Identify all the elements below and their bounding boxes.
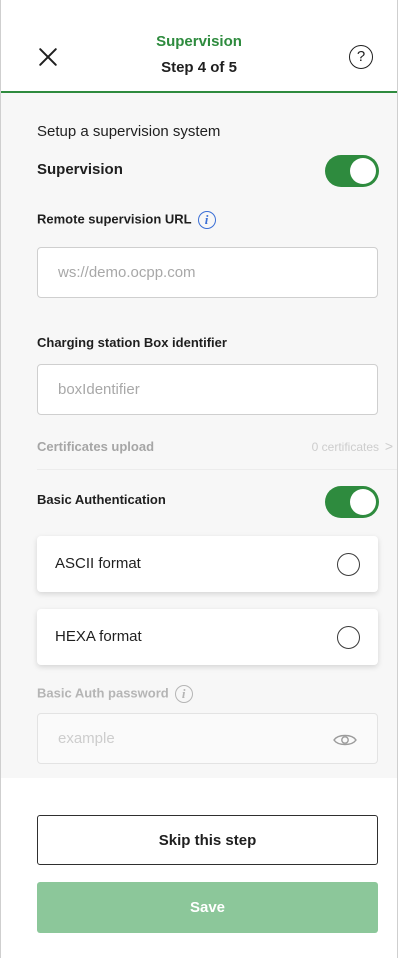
password-label-text: Basic Auth password <box>37 685 169 701</box>
chevron-right-icon: > <box>384 438 393 454</box>
save-button[interactable]: Save <box>37 882 378 933</box>
certificates-upload-row[interactable]: Certificates upload 0 certificates > <box>37 435 397 467</box>
remote-url-label: Remote supervision URL i <box>37 211 216 229</box>
form-content: Setup a supervision system Supervision R… <box>1 93 397 778</box>
option-label: ASCII format <box>55 555 141 572</box>
basic-auth-toggle[interactable] <box>325 486 379 518</box>
section-title: Setup a supervision system <box>37 123 221 140</box>
skip-step-button[interactable]: Skip this step <box>37 815 378 865</box>
page-title: Supervision <box>156 33 242 50</box>
header: Supervision Step 4 of 5 ? <box>1 0 397 93</box>
radio-button[interactable] <box>337 626 360 649</box>
remote-url-label-text: Remote supervision URL <box>37 211 192 227</box>
ascii-format-option[interactable]: ASCII format <box>37 536 378 592</box>
radio-button[interactable] <box>337 553 360 576</box>
supervision-toggle[interactable] <box>325 155 379 187</box>
eye-icon[interactable] <box>333 733 357 747</box>
info-icon[interactable]: i <box>174 685 193 703</box>
password-input[interactable] <box>37 713 378 764</box>
help-icon[interactable]: ? <box>349 45 373 69</box>
toggle-knob <box>350 158 376 184</box>
certificates-count: 0 certificates <box>311 440 379 454</box>
remote-url-input[interactable] <box>37 247 378 298</box>
box-identifier-input[interactable] <box>37 364 378 415</box>
divider <box>37 469 397 470</box>
step-indicator: Step 4 of 5 <box>161 59 237 76</box>
hexa-format-option[interactable]: HEXA format <box>37 609 378 665</box>
basic-auth-label: Basic Authentication <box>37 492 166 507</box>
info-icon[interactable]: i <box>197 211 216 229</box>
certificates-label: Certificates upload <box>37 439 155 454</box>
app-frame: Supervision Step 4 of 5 ? Setup a superv… <box>0 0 398 958</box>
supervision-label: Supervision <box>37 161 123 178</box>
footer: Skip this step Save <box>1 778 397 958</box>
option-label: HEXA format <box>55 628 142 645</box>
toggle-knob <box>350 489 376 515</box>
box-identifier-label: Charging station Box identifier <box>37 335 227 350</box>
password-label: Basic Auth password i <box>37 685 193 703</box>
